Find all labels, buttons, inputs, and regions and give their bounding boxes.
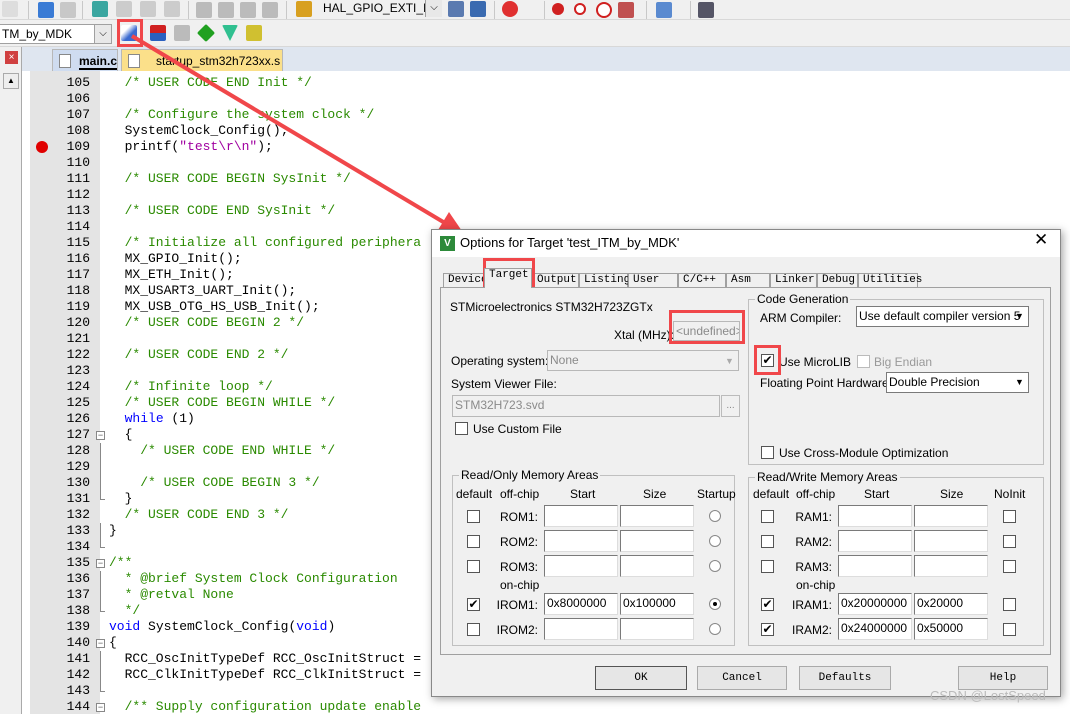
tab-cc[interactable]: C/C++ — [678, 273, 726, 288]
chevron-down-icon[interactable]: ▼ — [1012, 374, 1027, 391]
memory-label: ROM1: — [499, 510, 538, 524]
startup-radio[interactable] — [709, 535, 721, 547]
size-input[interactable] — [620, 530, 694, 552]
big-endian-label: Big Endian — [874, 355, 933, 369]
noinit-checkbox[interactable] — [1003, 598, 1016, 611]
memory-label: ROM3: — [499, 560, 538, 574]
browse-button[interactable]: ... — [721, 395, 740, 417]
tab-output[interactable]: Output — [532, 273, 579, 288]
start-input[interactable] — [838, 555, 912, 577]
size-input[interactable] — [914, 530, 988, 552]
close-icon[interactable]: ✕ — [1034, 231, 1048, 248]
start-input[interactable] — [838, 530, 912, 552]
onchip-label: on-chip — [500, 578, 540, 592]
start-input[interactable] — [838, 505, 912, 527]
chevron-down-icon[interactable]: ▼ — [722, 352, 737, 369]
tab-listing[interactable]: Listing — [579, 273, 630, 288]
compiler-select[interactable]: Use default compiler version 5 ▼ — [856, 306, 1029, 327]
memory-label: IROM2: — [496, 623, 538, 637]
startup-radio[interactable] — [709, 510, 721, 522]
size-input[interactable] — [914, 505, 988, 527]
column-header: Size — [643, 487, 667, 501]
cross-module-checkbox[interactable] — [761, 446, 774, 459]
column-header: Start — [864, 487, 890, 501]
custom-file-label: Use Custom File — [473, 422, 562, 436]
column-header: Size — [940, 487, 964, 501]
size-input[interactable]: 0x50000 — [914, 618, 988, 640]
cancel-button[interactable]: Cancel — [697, 666, 787, 690]
xtal-label: Xtal (MHz): — [614, 328, 674, 342]
start-input[interactable] — [544, 555, 618, 577]
tab-debug[interactable]: Debug — [817, 273, 858, 288]
tab-target[interactable]: Target — [484, 268, 532, 288]
highlight-box — [117, 19, 143, 47]
memory-label: IRAM2: — [791, 623, 832, 637]
chevron-down-icon[interactable]: ▼ — [1012, 308, 1027, 325]
size-input[interactable] — [914, 555, 988, 577]
highlight-box — [754, 345, 781, 375]
noinit-checkbox[interactable] — [1003, 560, 1016, 573]
startup-radio[interactable] — [709, 560, 721, 572]
defaults-button[interactable]: Defaults — [799, 666, 891, 690]
fpu-label: Floating Point Hardware: — [760, 376, 893, 390]
column-header: NoInit — [994, 487, 1026, 501]
start-input[interactable]: 0x20000000 — [838, 593, 912, 615]
cross-module-label: Use Cross-Module Optimization — [779, 446, 949, 460]
size-input[interactable]: 0x20000 — [914, 593, 988, 615]
compiler-label: ARM Compiler: — [760, 311, 842, 325]
keil-logo-icon: V — [440, 236, 455, 251]
noinit-checkbox[interactable] — [1003, 535, 1016, 548]
memory-label: RAM1: — [795, 510, 832, 524]
column-header: Startup — [697, 487, 736, 501]
start-input[interactable] — [544, 618, 618, 640]
start-input[interactable]: 0x8000000 — [544, 593, 618, 615]
start-input[interactable] — [544, 530, 618, 552]
highlight-box — [669, 310, 745, 344]
noinit-checkbox[interactable] — [1003, 510, 1016, 523]
size-input[interactable] — [620, 555, 694, 577]
start-input[interactable] — [544, 505, 618, 527]
size-input[interactable] — [620, 618, 694, 640]
memory-label: IROM1: — [496, 598, 538, 612]
tab-device[interactable]: Device — [443, 273, 488, 288]
memory-label: RAM3: — [795, 560, 832, 574]
dialog-title: Options for Target 'test_ITM_by_MDK' — [460, 235, 680, 250]
fpu-select[interactable]: Double Precision ▼ — [886, 372, 1029, 393]
startup-radio[interactable] — [709, 598, 721, 610]
startup-radio[interactable] — [709, 623, 721, 635]
column-header: Start — [570, 487, 596, 501]
noinit-checkbox[interactable] — [1003, 623, 1016, 636]
svf-input[interactable]: STM32H723.svd — [452, 395, 720, 417]
tab-linker[interactable]: Linker — [770, 273, 817, 288]
size-input[interactable]: 0x100000 — [620, 593, 694, 615]
device-name: STMicroelectronics STM32H723ZGTx — [450, 300, 653, 314]
svf-label: System Viewer File: — [451, 377, 557, 391]
onchip-label: on-chip — [796, 578, 836, 592]
help-button[interactable]: Help — [958, 666, 1048, 690]
memory-label: ROM2: — [499, 535, 538, 549]
tab-user[interactable]: User — [628, 273, 678, 288]
custom-file-checkbox[interactable] — [455, 422, 468, 435]
start-input[interactable]: 0x24000000 — [838, 618, 912, 640]
os-label: Operating system: — [451, 354, 549, 368]
microlib-label: Use MicroLIB — [779, 355, 852, 369]
memory-label: IRAM1: — [791, 598, 832, 612]
column-header: default — [456, 487, 493, 501]
watermark: CSDN @LostSpeed — [930, 688, 1046, 703]
column-header: default — [753, 487, 790, 501]
column-header: off-chip — [796, 487, 836, 501]
dialog-title-bar: V Options for Target 'test_ITM_by_MDK' ✕ — [432, 230, 1060, 257]
size-input[interactable] — [620, 505, 694, 527]
memory-label: RAM2: — [795, 535, 832, 549]
big-endian-checkbox[interactable] — [857, 355, 870, 368]
tab-utilities[interactable]: Utilities — [858, 273, 922, 288]
tab-asm[interactable]: Asm — [726, 273, 770, 288]
os-select[interactable]: None ▼ — [547, 350, 739, 371]
ok-button[interactable]: OK — [595, 666, 687, 690]
column-header: off-chip — [500, 487, 540, 501]
